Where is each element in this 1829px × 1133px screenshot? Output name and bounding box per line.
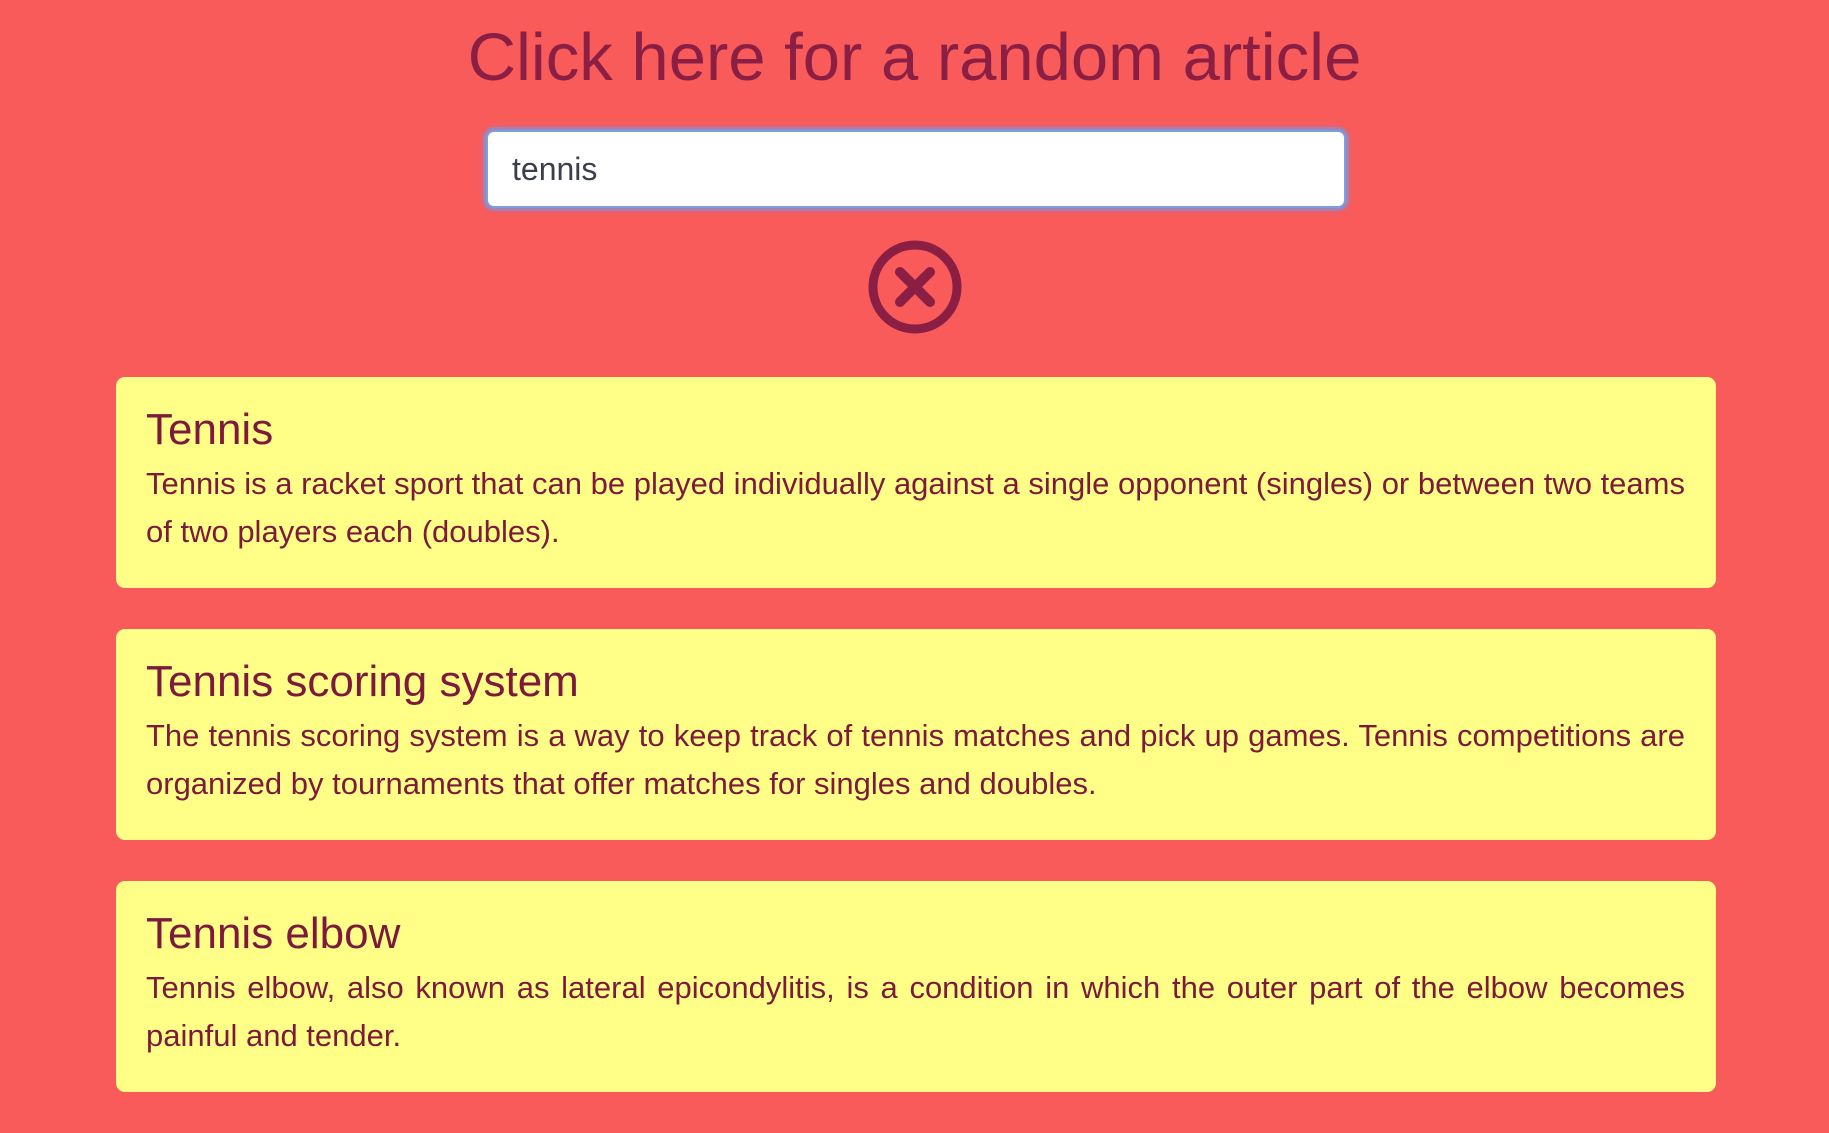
result-snippet: Tennis elbow, also known as lateral epic…: [146, 970, 1685, 1053]
result-title: Tennis elbow: [146, 909, 401, 958]
result-title: Tennis: [146, 405, 274, 454]
result-snippet: The tennis scoring system is a way to ke…: [146, 718, 1685, 801]
clear-search-button[interactable]: [867, 239, 963, 335]
search-input[interactable]: [486, 130, 1346, 208]
random-article-link[interactable]: Click here for a random article: [0, 16, 1829, 100]
circle-x-icon: [868, 240, 962, 334]
result-title: Tennis scoring system: [146, 657, 579, 706]
result-snippet: Tennis is a racket sport that can be pla…: [146, 466, 1685, 549]
result-card[interactable]: Tennis scoring system The tennis scoring…: [116, 629, 1716, 840]
result-card[interactable]: Tennis Tennis is a racket sport that can…: [116, 377, 1716, 588]
result-card[interactable]: Tennis elbow Tennis elbow, also known as…: [116, 881, 1716, 1092]
results-list: Tennis Tennis is a racket sport that can…: [116, 377, 1716, 1133]
search-bar: [486, 130, 1346, 208]
